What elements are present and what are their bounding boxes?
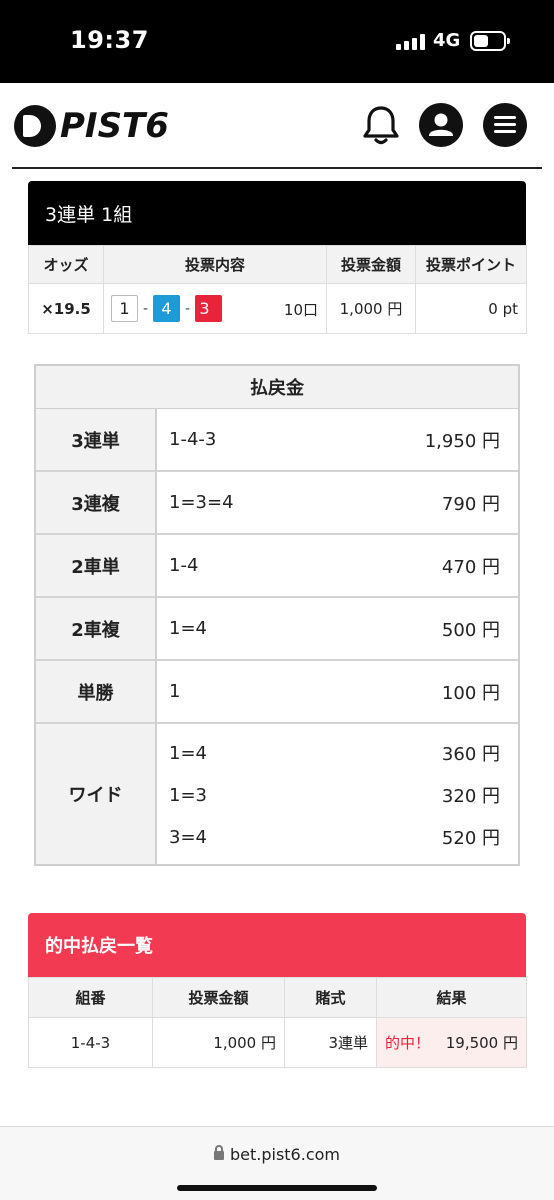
payout-amount: 470 円 [441, 556, 500, 578]
payout-combo: 1-4 [169, 555, 199, 576]
hit-label: 的中！ [385, 1034, 431, 1052]
combo-third: 3 [195, 295, 222, 322]
payout-combo: 1 [169, 681, 181, 702]
battery-icon [470, 31, 510, 51]
app-header: PIST6 [0, 83, 554, 169]
payout-combo: 1=4 [169, 742, 207, 764]
col-amount: 投票金額 [152, 977, 285, 1018]
payout-type: 2車複 [36, 598, 157, 659]
bet-combination: 1 - 4 - 3 10口 [103, 283, 327, 334]
odds-value: ×19.5 [28, 283, 104, 334]
notification-bell-icon[interactable] [360, 103, 402, 147]
payout-combo: 3=4 [169, 826, 207, 848]
payout-row-3tan: 3連単 1-4-3 1,950 円 [36, 409, 518, 472]
browser-bottom-bar: bet.pist6.com [0, 1126, 554, 1200]
hit-amount: 1,000 円 [152, 1017, 285, 1068]
combo-second: 4 [153, 295, 180, 322]
payout-table: 払戻金 3連単 1-4-3 1,950 円 3連複 1=3=4 790 円 2車単 … [34, 364, 520, 866]
status-bar: 19:37 4G [0, 0, 554, 83]
bet-summary-card: 3連単 1組 オッズ 投票内容 投票金額 投票ポイント ×19.5 1 - 4 … [28, 181, 527, 334]
payout-amount: 520 円 [441, 828, 500, 849]
col-bet-content: 投票内容 [103, 245, 327, 284]
payout-row-2fuku: 2車複 1=4 500 円 [36, 598, 518, 661]
payout-amount: 100 円 [441, 682, 500, 704]
url-text: bet.pist6.com [229, 1145, 340, 1164]
payout-combo: 1=4 [169, 618, 207, 639]
combo-first: 1 [111, 295, 138, 322]
payout-amount: 320 円 [441, 786, 500, 807]
home-indicator[interactable] [177, 1185, 377, 1191]
pist6-logo[interactable]: PIST6 [14, 105, 169, 147]
col-result: 結果 [376, 977, 527, 1018]
combo-separator: - [184, 300, 191, 317]
payout-amount: 1,950 円 [424, 430, 500, 452]
bet-amount: 1,000 円 [326, 283, 416, 334]
payout-row-wide: ワイド 1=4 360 円 1=3 320 円 3=4 520 円 [36, 724, 518, 864]
logo-mark-icon [14, 105, 56, 147]
bet-units: 10口 [283, 301, 318, 319]
hit-combo: 1-4-3 [28, 1017, 153, 1068]
col-bet-amount: 投票金額 [326, 245, 416, 284]
signal-icon [396, 34, 426, 50]
payout-row-tansho: 単勝 1 100 円 [36, 661, 518, 724]
hit-result-amount: 19,500 円 [445, 1034, 518, 1052]
col-bet-type: 賭式 [284, 977, 377, 1018]
payout-row-3fuku: 3連複 1=3=4 790 円 [36, 472, 518, 535]
payout-type: 3連単 [36, 409, 157, 470]
hit-list-title: 的中払戻一覧 [28, 913, 526, 977]
status-time: 19:37 [70, 26, 149, 54]
bet-card-title: 3連単 1組 [28, 181, 526, 245]
account-icon[interactable] [419, 103, 463, 147]
header-divider [12, 167, 542, 169]
bet-points: 0 pt [415, 283, 527, 334]
hamburger-menu-icon[interactable] [483, 103, 527, 147]
table-row: 1-4-3 1,000 円 3連単 的中！ 19,500 円 [28, 1017, 527, 1068]
payout-amount: 360 円 [441, 744, 500, 765]
col-bet-points: 投票ポイント [415, 245, 527, 284]
logo-text: PIST6 [60, 106, 169, 146]
hit-result: 的中！ 19,500 円 [376, 1017, 527, 1068]
payout-type: ワイド [36, 724, 157, 864]
payout-combo: 1=3 [169, 784, 207, 806]
bet-table: オッズ 投票内容 投票金額 投票ポイント ×19.5 1 - 4 - 3 10口… [28, 245, 527, 334]
network-type: 4G [433, 30, 461, 51]
combo-separator: - [142, 300, 149, 317]
payout-combo: 1=3=4 [169, 492, 234, 513]
col-combo: 組番 [28, 977, 153, 1018]
payout-type: 3連複 [36, 472, 157, 533]
lock-icon [213, 1145, 224, 1160]
hit-payout-list: 的中払戻一覧 組番 投票金額 賭式 結果 1-4-3 1,000 円 3連単 的… [28, 913, 527, 1068]
hit-table: 組番 投票金額 賭式 結果 1-4-3 1,000 円 3連単 的中！ 19,5… [28, 977, 527, 1068]
address-bar[interactable]: bet.pist6.com [0, 1145, 554, 1164]
payout-amount: 790 円 [441, 493, 500, 515]
table-row: ×19.5 1 - 4 - 3 10口 1,000 円 0 pt [28, 283, 527, 334]
payout-row-2tan: 2車単 1-4 470 円 [36, 535, 518, 598]
payout-amount: 500 円 [441, 619, 500, 641]
payout-title: 払戻金 [36, 366, 518, 409]
payout-combo: 1-4-3 [169, 429, 217, 450]
hit-bet-type: 3連単 [284, 1017, 377, 1068]
payout-type: 2車単 [36, 535, 157, 596]
col-odds: オッズ [28, 245, 104, 284]
payout-type: 単勝 [36, 661, 157, 722]
